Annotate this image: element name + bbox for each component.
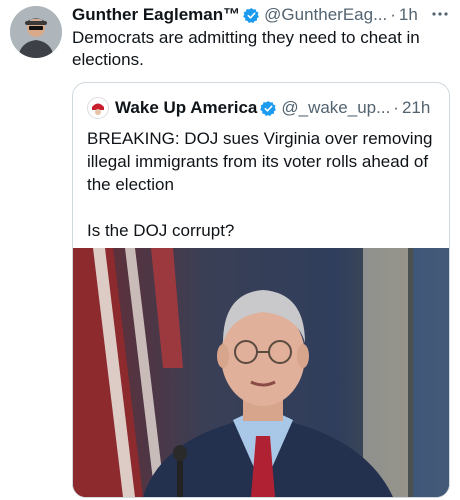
quoted-tweet-text: BREAKING: DOJ sues Virginia over removin…: [87, 129, 433, 240]
quoted-tweet-header: Wake Up America @_wake_up... · 21h: [87, 97, 439, 119]
separator-dot: ·: [390, 5, 396, 24]
quoted-tweet[interactable]: Wake Up America @_wake_up... · 21h BREAK…: [72, 82, 450, 498]
verified-badge-icon: [243, 7, 260, 24]
author-handle[interactable]: @GuntherEag...: [264, 5, 387, 25]
author-avatar[interactable]: [10, 6, 62, 58]
quoted-author-handle[interactable]: @_wake_up...: [281, 98, 390, 118]
quoted-tweet-timestamp[interactable]: 21h: [402, 98, 430, 118]
tweet-text: Democrats are admitting they need to che…: [72, 28, 420, 69]
tweet[interactable]: Gunther Eagleman™ @GuntherEag... · 1h De…: [0, 0, 460, 500]
author-name[interactable]: Gunther Eagleman™: [72, 5, 240, 25]
tweet-timestamp[interactable]: 1h: [399, 5, 418, 25]
quoted-author-name[interactable]: Wake Up America: [115, 98, 257, 118]
verified-badge-icon: [260, 100, 277, 117]
tweet-header: Gunther Eagleman™ @GuntherEag... · 1h: [72, 4, 450, 26]
more-horizontal-icon[interactable]: [430, 6, 450, 20]
quoted-tweet-photo[interactable]: [73, 248, 449, 497]
quoted-author-avatar[interactable]: [87, 97, 109, 119]
separator-dot: ·: [393, 98, 399, 117]
